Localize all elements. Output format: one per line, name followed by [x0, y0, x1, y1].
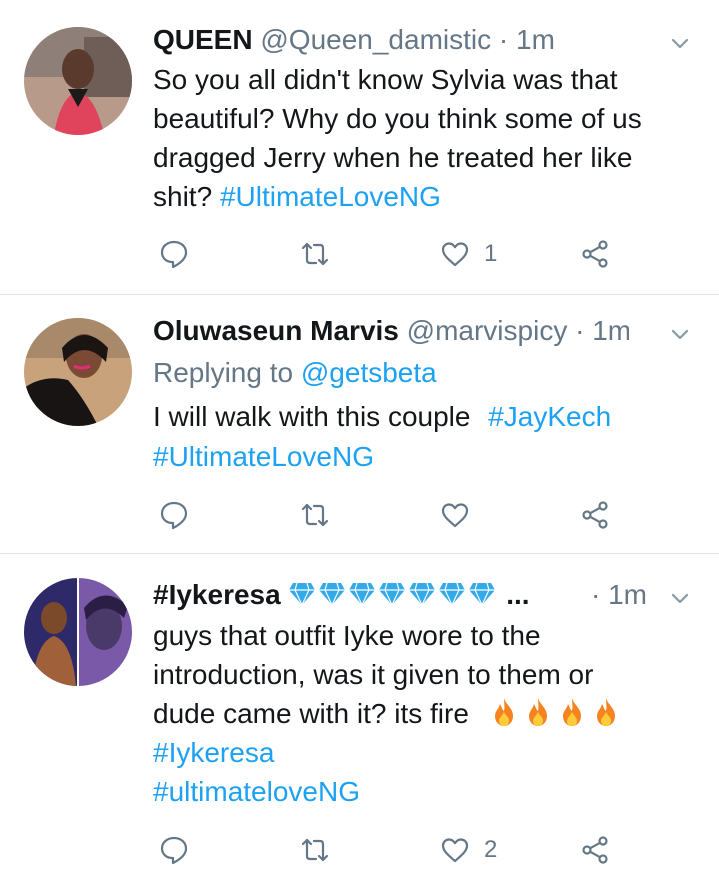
tweet-text-line: So you all didn't know Sylvia was that	[153, 64, 618, 95]
diamond-icon	[349, 582, 376, 607]
fire-icon	[494, 698, 513, 726]
tweet-text-line: introduction, was it given to them or	[153, 659, 594, 690]
share-button[interactable]	[580, 497, 610, 533]
diamond-icon	[319, 582, 346, 607]
like-button[interactable]	[440, 497, 470, 533]
hashtag-link[interactable]: #JayKech	[488, 401, 611, 432]
tweet-time: · 1m	[591, 575, 647, 615]
timestamp[interactable]: 1m	[516, 24, 555, 55]
display-name[interactable]: Oluwaseun Marvis	[153, 315, 399, 346]
tweet-text-line: dude came with it? its fire	[153, 694, 619, 733]
timestamp[interactable]: 1m	[592, 315, 629, 346]
reply-button[interactable]	[159, 236, 189, 272]
avatar[interactable]	[24, 318, 132, 426]
heart-icon	[441, 838, 469, 863]
diamond-emojis	[288, 579, 506, 610]
tweet-text-line: dragged Jerry when he treated her like	[153, 142, 633, 173]
separator: ·	[590, 579, 601, 610]
reply-button[interactable]	[159, 497, 189, 533]
mention-link[interactable]: @getsbeta	[301, 357, 437, 388]
tweet-header: #Iykeresa ...	[153, 575, 529, 615]
share-button[interactable]	[580, 236, 610, 272]
tweet-text-line: #ultimateloveNG	[153, 772, 360, 811]
like-count: 2	[484, 836, 498, 863]
retweet-button[interactable]	[300, 236, 330, 272]
hashtag-link[interactable]: #UltimateLoveNG	[153, 441, 374, 472]
diamond-icon	[289, 582, 316, 607]
like-count: 1	[484, 240, 498, 267]
chevron-down-icon[interactable]	[669, 323, 691, 345]
tweet-text: I will walk with this couple	[153, 401, 471, 432]
like-button[interactable]: 1	[440, 236, 497, 272]
display-name[interactable]: QUEEN	[153, 24, 253, 55]
share-icon	[582, 501, 608, 529]
chevron-down-icon[interactable]	[669, 587, 691, 609]
tweet-header: Oluwaseun Marvis @marvispicy · 1m	[153, 311, 629, 351]
tweet-1[interactable]: QUEEN @Queen_damistic · 1m So you all di…	[0, 0, 719, 294]
replying-to-label: Replying to	[153, 357, 294, 388]
hashtag-link[interactable]: #UltimateLoveNG	[220, 181, 441, 212]
diamond-icon	[379, 582, 406, 607]
fire-icon	[528, 698, 547, 726]
tweet-text-line: #Iykeresa	[153, 733, 274, 772]
user-handle[interactable]: @marvispicy	[407, 315, 568, 346]
fire-emojis	[483, 698, 619, 729]
fire-icon	[562, 698, 581, 726]
tweet-text-line: I will walk with this couple #JayKech	[153, 397, 611, 436]
tweet-header: QUEEN @Queen_damistic · 1m	[153, 20, 629, 60]
user-handle[interactable]: @Queen_damistic	[260, 24, 491, 55]
share-icon	[582, 836, 608, 864]
hashtag-link[interactable]: #ultimateloveNG	[153, 776, 360, 807]
chevron-down-icon[interactable]	[669, 32, 691, 54]
fire-icon	[596, 698, 615, 726]
retweet-icon	[301, 242, 329, 266]
timestamp[interactable]: 1m	[608, 579, 647, 610]
tweet-text-line: guys that outfit Iyke wore to the	[153, 620, 541, 651]
display-name[interactable]: #Iykeresa	[153, 579, 281, 610]
retweet-button[interactable]	[300, 832, 330, 868]
tweet-2[interactable]: Oluwaseun Marvis @marvispicy · 1m Replyi…	[0, 295, 719, 553]
tweet-text-line: #UltimateLoveNG	[153, 437, 374, 476]
avatar[interactable]	[24, 578, 132, 686]
avatar[interactable]	[24, 27, 132, 135]
separator: ·	[498, 24, 509, 55]
reply-button[interactable]	[159, 832, 189, 868]
diamond-icon	[409, 582, 436, 607]
retweet-icon	[301, 503, 329, 527]
reply-icon	[160, 240, 188, 269]
tweet-text: dude came with it? its fire	[153, 698, 469, 729]
name-ellipsis: ...	[506, 579, 529, 610]
retweet-button[interactable]	[300, 497, 330, 533]
diamond-icon	[469, 582, 496, 607]
tweet-text: shit?	[153, 181, 213, 212]
separator: ·	[575, 315, 585, 346]
reply-icon	[160, 501, 188, 530]
retweet-icon	[301, 838, 329, 862]
heart-icon	[441, 242, 469, 267]
tweet-text-line: shit? #UltimateLoveNG	[153, 177, 441, 216]
tweet-text-line: beautiful? Why do you think some of us	[153, 103, 642, 134]
heart-icon	[441, 503, 469, 528]
diamond-icon	[439, 582, 466, 607]
share-icon	[582, 240, 608, 268]
tweet-3[interactable]: #Iykeresa ... · 1m guys that outfit Iyke…	[0, 554, 719, 879]
hashtag-link[interactable]: #Iykeresa	[153, 737, 274, 768]
like-button[interactable]: 2	[440, 832, 497, 868]
share-button[interactable]	[580, 832, 610, 868]
reply-icon	[160, 836, 188, 865]
reply-context: Replying to @getsbeta	[153, 353, 437, 392]
